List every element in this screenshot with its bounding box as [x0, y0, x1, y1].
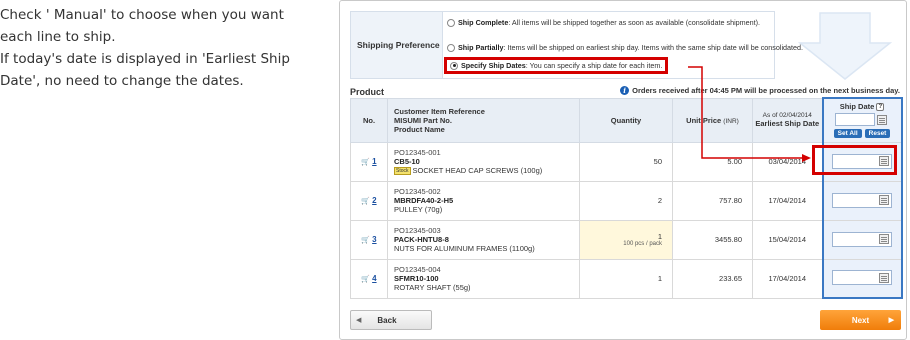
cart-icon: 🛒	[361, 159, 371, 166]
cutoff-notice: i Orders received after 04:45 PM will be…	[620, 86, 900, 95]
shipping-options: Ship Complete: All items will be shipped…	[442, 12, 803, 78]
calendar-icon[interactable]	[879, 234, 889, 244]
table-row: 🛒 2 PO12345-002 MBRDFA40-2-H5 PULLEY (70g…	[350, 180, 903, 221]
quantity: 1	[579, 258, 673, 299]
ship-date-cell	[821, 219, 903, 260]
col-no: No.	[350, 97, 388, 143]
quantity: 2	[579, 180, 673, 221]
quantity: 50	[579, 141, 673, 182]
ship-date-cell	[821, 180, 903, 221]
product-table: No. Customer Item Reference MISUMI Part …	[350, 97, 903, 299]
back-arrow-icon: ◀	[356, 317, 362, 324]
instruction-text: Check ' Manual' to choose when you want …	[0, 4, 320, 92]
unit-price: 233.65	[672, 258, 753, 299]
down-arrow-icon	[797, 12, 893, 80]
unit-price: 5.00	[672, 141, 753, 182]
instruction-line: Date', no need to change the dates.	[0, 73, 244, 89]
row-number-link[interactable]: 🛒 2	[350, 180, 388, 221]
calendar-icon[interactable]	[877, 114, 887, 125]
ship-date-input[interactable]	[832, 231, 892, 247]
table-row: 🛒 4 PO12345-004 SFMR10-100 ROTARY SHAFT (…	[350, 258, 903, 299]
col-ship-date: Ship Date ? Set All Reset	[821, 97, 903, 143]
help-icon[interactable]: ?	[876, 102, 885, 111]
shipping-preference-label: Shipping Preference *	[357, 40, 445, 50]
radio-ship-partially[interactable]	[447, 43, 455, 52]
next-arrow-icon: ▶	[888, 317, 894, 324]
instruction-line: Check ' Manual' to choose when you want	[0, 7, 284, 23]
product-section-title: Product	[350, 87, 385, 97]
shipping-preference-box: Shipping Preference * Ship Complete: All…	[350, 11, 803, 79]
ship-date-input[interactable]	[832, 192, 892, 208]
set-all-button[interactable]: Set All	[833, 129, 862, 139]
ship-date-input[interactable]	[832, 270, 892, 286]
cart-icon: 🛒	[361, 198, 371, 205]
pack-note: 100 pcs / pack	[623, 241, 662, 247]
item-details: PO12345-003 PACK-HNTU8-8 NUTS FOR ALUMIN…	[387, 219, 580, 260]
earliest-ship-date: 17/04/2014	[752, 258, 823, 299]
calendar-icon[interactable]	[879, 195, 889, 205]
item-details: PO12345-001 CB5-10 Stock SOCKET HEAD CAP …	[387, 141, 580, 182]
cart-icon: 🛒	[361, 237, 371, 244]
order-panel: Shipping Preference * Ship Complete: All…	[339, 0, 907, 340]
radio-specify-ship-dates[interactable]	[450, 61, 458, 70]
ship-date-cell	[821, 258, 903, 299]
ship-date-highlight	[812, 145, 897, 175]
instruction-line: each line to ship.	[0, 29, 116, 45]
col-unit-price: Unit Price (INR)	[672, 97, 753, 143]
radio-ship-complete[interactable]	[447, 18, 455, 27]
calendar-icon[interactable]	[879, 272, 889, 283]
set-all-date-input[interactable]	[835, 113, 875, 127]
unit-price: 757.80	[672, 180, 753, 221]
option-ship-partially[interactable]: Ship Partially: Items will be shipped on…	[447, 43, 803, 52]
table-header: No. Customer Item Reference MISUMI Part …	[350, 97, 903, 143]
unit-price: 3455.80	[672, 219, 753, 260]
back-button[interactable]: ◀ Back	[350, 310, 432, 330]
option-specify-ship-dates[interactable]: Specify Ship Dates: You can specify a sh…	[444, 57, 669, 74]
row-number-link[interactable]: 🛒 4	[350, 258, 388, 299]
col-earliest-ship-date: As of 02/04/2014 Earliest Ship Date	[752, 97, 823, 143]
item-details: PO12345-004 SFMR10-100 ROTARY SHAFT (55g…	[387, 258, 580, 299]
table-row: 🛒 3 PO12345-003 PACK-HNTU8-8 NUTS FOR ALU…	[350, 219, 903, 260]
row-number-link[interactable]: 🛒 1	[350, 141, 388, 182]
col-quantity: Quantity	[579, 97, 673, 143]
quantity: 1 100 pcs / pack	[579, 219, 673, 260]
reset-button[interactable]: Reset	[864, 129, 891, 139]
stock-badge: Stock	[394, 167, 411, 175]
item-details: PO12345-002 MBRDFA40-2-H5 PULLEY (70g)	[387, 180, 580, 221]
cart-icon: 🛒	[361, 276, 371, 283]
next-button[interactable]: Next ▶	[820, 310, 901, 330]
row-number-link[interactable]: 🛒 3	[350, 219, 388, 260]
earliest-ship-date: 17/04/2014	[752, 180, 823, 221]
earliest-ship-date: 15/04/2014	[752, 219, 823, 260]
instruction-line: If today's date is displayed in 'Earlies…	[0, 51, 290, 67]
info-icon: i	[620, 86, 630, 95]
option-ship-complete[interactable]: Ship Complete: All items will be shipped…	[447, 18, 760, 27]
col-reference: Customer Item Reference MISUMI Part No. …	[387, 97, 580, 143]
